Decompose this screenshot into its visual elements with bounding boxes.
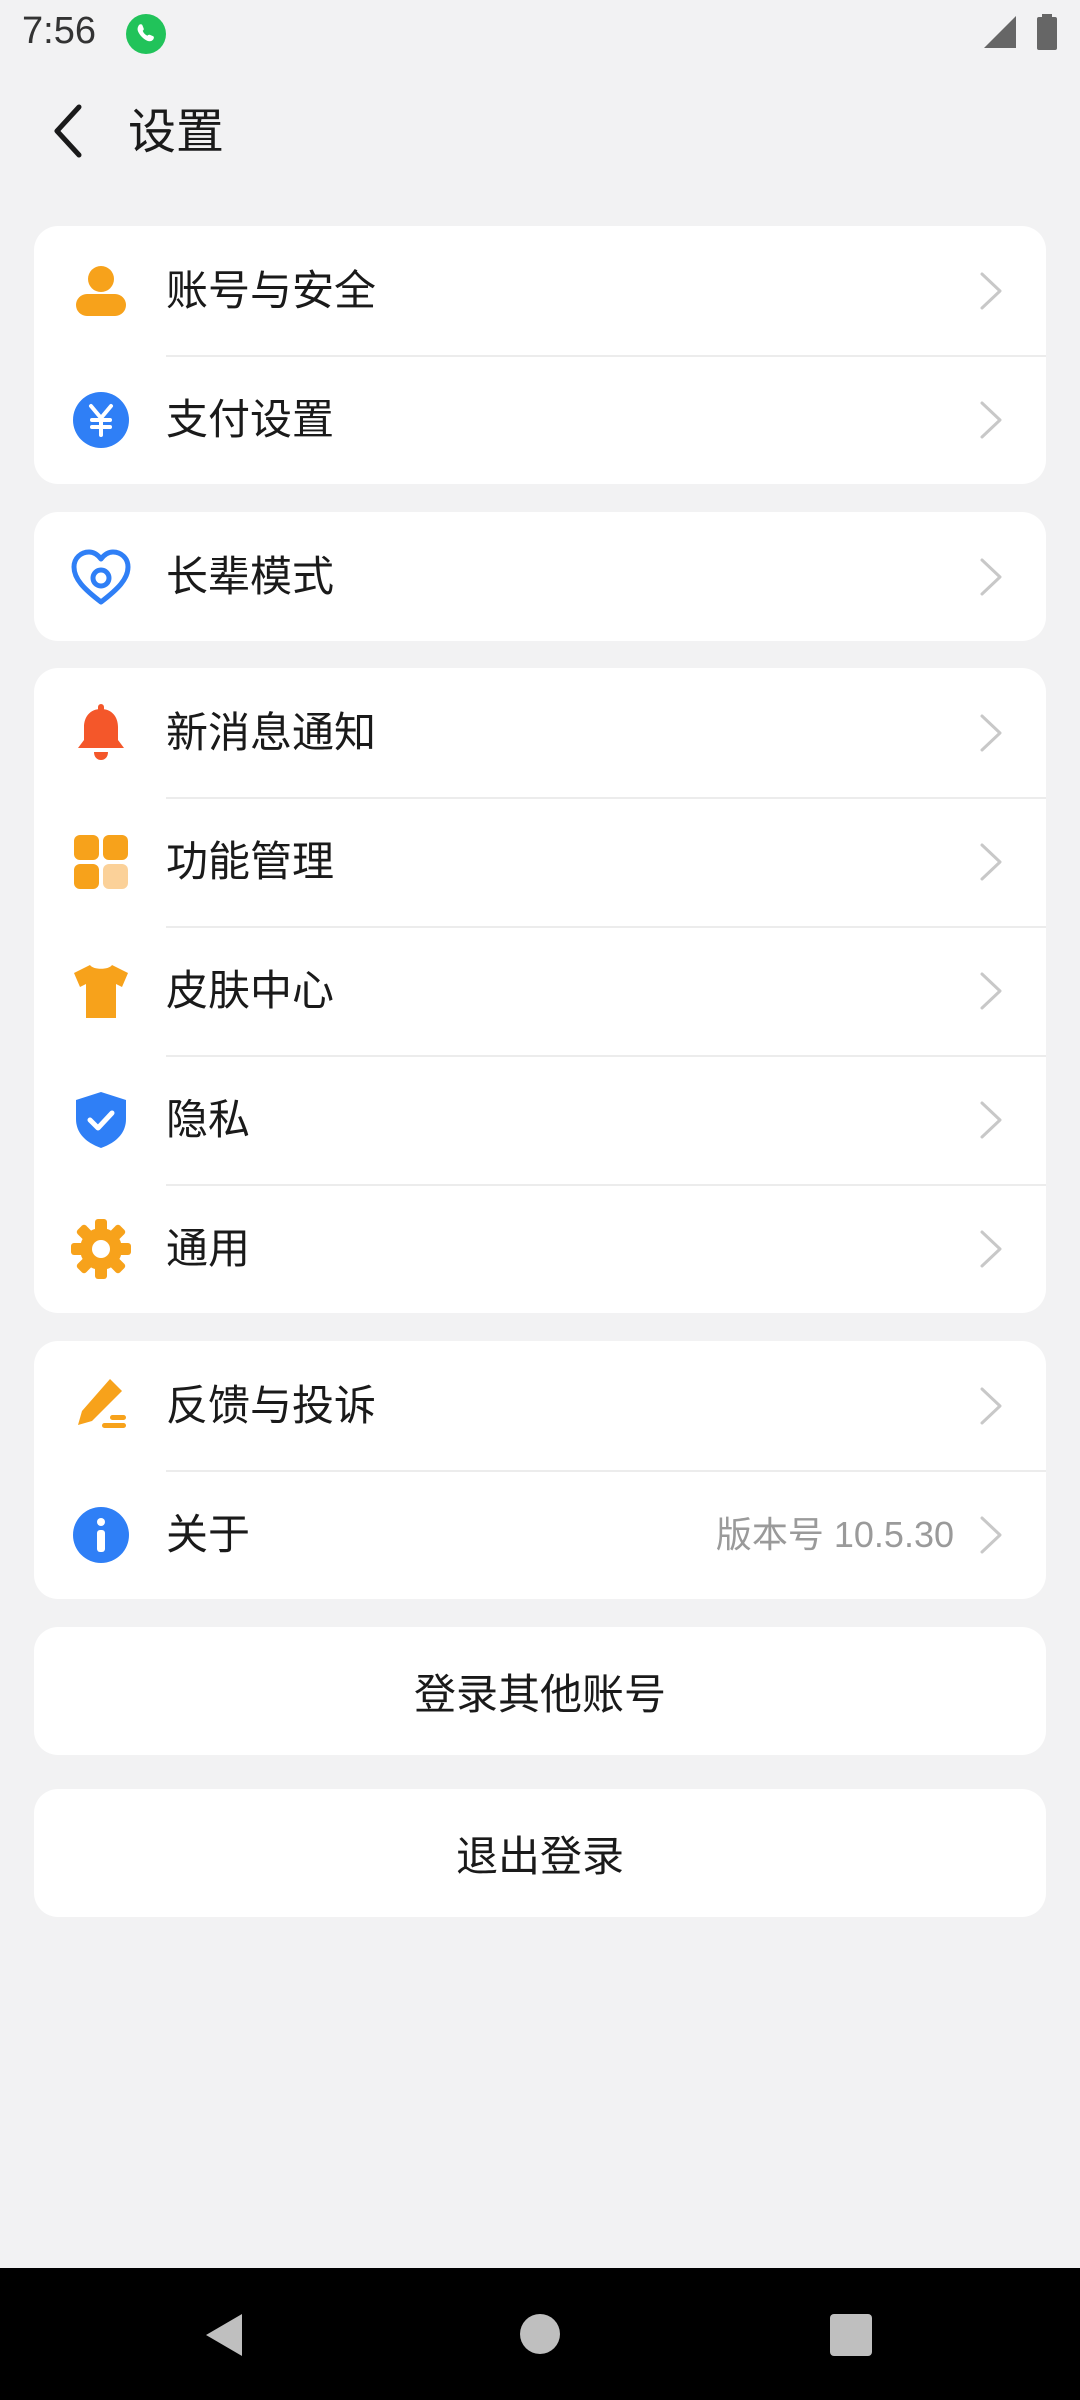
- signal-icon: [984, 16, 1016, 48]
- chevron-right-icon: [980, 1387, 1002, 1425]
- settings-item-label: 支付设置: [166, 395, 335, 444]
- title-bar: 设置: [0, 66, 1080, 196]
- shield-icon: [76, 1092, 126, 1148]
- nav-recents-icon[interactable]: [830, 2314, 872, 2356]
- info-icon: [73, 1507, 129, 1563]
- settings-group-general: 新消息通知 功能管理 皮肤中心 隐私 通用: [34, 668, 1046, 1313]
- chevron-right-icon: [980, 272, 1002, 310]
- nav-back-icon[interactable]: [200, 2310, 250, 2360]
- heart-icon: [71, 549, 131, 605]
- chevron-right-icon: [980, 972, 1002, 1010]
- settings-item-label: 关于: [166, 1510, 251, 1559]
- chevron-right-icon: [980, 1230, 1002, 1268]
- settings-item-privacy[interactable]: 隐私: [34, 1055, 1046, 1184]
- settings-item-label: 功能管理: [166, 837, 335, 886]
- settings-item-label: 新消息通知: [166, 708, 377, 757]
- chevron-right-icon: [980, 558, 1002, 596]
- chevron-right-icon: [980, 843, 1002, 881]
- settings-group-about: 反馈与投诉 关于 版本号 10.5.30: [34, 1341, 1046, 1599]
- back-button[interactable]: [34, 96, 104, 166]
- page-title: 设置: [128, 104, 225, 160]
- settings-item-label: 通用: [166, 1224, 251, 1273]
- version-number: 版本号 10.5.30: [715, 1514, 954, 1555]
- person-icon: [76, 266, 126, 316]
- chevron-left-icon: [54, 104, 82, 158]
- settings-item-notifications[interactable]: 新消息通知: [34, 668, 1046, 797]
- settings-item-label: 隐私: [166, 1095, 251, 1144]
- grid-icon: [74, 835, 128, 889]
- settings-item-account-security[interactable]: 账号与安全: [34, 226, 1046, 355]
- settings-item-about[interactable]: 关于 版本号 10.5.30: [34, 1470, 1046, 1599]
- settings-item-label: 长辈模式: [166, 552, 335, 601]
- settings-item-feature-management[interactable]: 功能管理: [34, 797, 1046, 926]
- settings-item-label: 反馈与投诉: [166, 1381, 377, 1430]
- settings-group-account: 账号与安全 支付设置: [34, 226, 1046, 484]
- status-time: 7:56: [22, 10, 96, 52]
- settings-item-skin-center[interactable]: 皮肤中心: [34, 926, 1046, 1055]
- system-nav-bar: [0, 2268, 1080, 2400]
- phone-call-icon: [126, 14, 166, 54]
- gear-icon: [71, 1219, 131, 1279]
- chevron-right-icon: [980, 401, 1002, 439]
- bell-icon: [78, 704, 124, 760]
- chevron-right-icon: [980, 1101, 1002, 1139]
- switch-account-button[interactable]: 登录其他账号: [34, 1627, 1046, 1755]
- settings-item-elder-mode[interactable]: 长辈模式: [34, 512, 1046, 641]
- chevron-right-icon: [980, 1516, 1002, 1554]
- logout-button[interactable]: 退出登录: [34, 1789, 1046, 1917]
- shirt-icon: [74, 965, 128, 1018]
- settings-item-payment[interactable]: 支付设置: [34, 355, 1046, 484]
- nav-home-icon[interactable]: [520, 2314, 560, 2354]
- settings-item-label: 皮肤中心: [166, 966, 335, 1015]
- yuan-icon: [73, 392, 129, 448]
- pencil-icon: [78, 1379, 126, 1428]
- battery-icon: [1037, 14, 1057, 50]
- status-bar: 7:56: [0, 0, 1080, 66]
- settings-item-general[interactable]: 通用: [34, 1184, 1046, 1313]
- settings-item-feedback[interactable]: 反馈与投诉: [34, 1341, 1046, 1470]
- settings-item-label: 账号与安全: [166, 266, 377, 315]
- settings-group-elder: 长辈模式: [34, 512, 1046, 641]
- chevron-right-icon: [980, 714, 1002, 752]
